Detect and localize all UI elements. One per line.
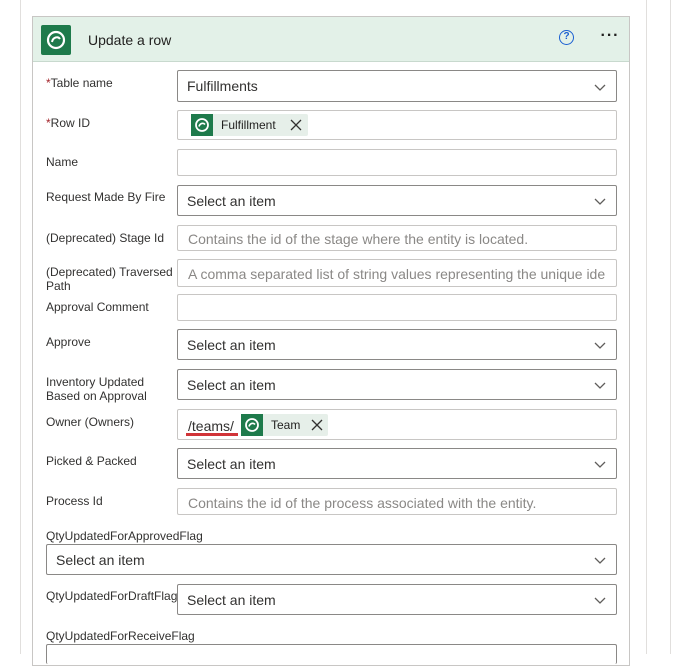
card-header[interactable]: Update a row ? ···: [33, 17, 629, 62]
qty-approved-flag-dropdown[interactable]: Select an item: [46, 544, 617, 575]
card-title: Update a row: [88, 32, 172, 48]
token-label: Fulfillment: [221, 118, 276, 132]
dataverse-icon: [41, 25, 71, 55]
qty-draft-flag-label: QtyUpdatedForDraftFlag: [46, 589, 178, 603]
request-made-by-fire-dropdown[interactable]: Select an item: [177, 185, 617, 216]
name-label: Name: [46, 155, 79, 169]
stage-id-input[interactable]: Contains the id of the stage where the e…: [177, 225, 617, 251]
spell-check-underline: [186, 433, 238, 436]
token-label: Team: [271, 418, 301, 432]
row-id-label: *Row ID: [46, 116, 91, 130]
help-circle-icon[interactable]: ?: [559, 30, 574, 45]
table-name-value: Fulfillments: [187, 78, 258, 94]
dropdown-value: Select an item: [187, 456, 276, 472]
chevron-down-icon: [594, 557, 606, 564]
dropdown-value: Select an item: [187, 193, 276, 209]
chevron-down-icon: [594, 382, 606, 389]
label-line-1: Inventory Updated: [46, 375, 145, 389]
approval-comment-label: Approval Comment: [46, 300, 149, 314]
stage-id-placeholder: Contains the id of the stage where the e…: [188, 231, 529, 247]
scrollbar-track-border: [670, 0, 671, 654]
process-id-input[interactable]: Contains the id of the process associate…: [177, 488, 617, 515]
close-icon[interactable]: [289, 118, 303, 132]
team-token[interactable]: Team: [241, 414, 328, 436]
chevron-down-icon: [594, 342, 606, 349]
approve-label: Approve: [46, 335, 91, 349]
picked-packed-dropdown[interactable]: Select an item: [177, 448, 617, 479]
label-line-2: Path: [46, 279, 71, 293]
close-icon[interactable]: [310, 418, 324, 432]
qty-receive-flag-label: QtyUpdatedForReceiveFlag: [46, 629, 195, 643]
traversed-path-input[interactable]: A comma separated list of string values …: [177, 259, 617, 287]
approve-dropdown[interactable]: Select an item: [177, 329, 617, 360]
chevron-down-icon: [594, 84, 606, 91]
dropdown-value: Select an item: [187, 377, 276, 393]
dropdown-value: Select an item: [56, 552, 145, 568]
qty-approved-flag-label: QtyUpdatedForApprovedFlag: [46, 529, 203, 543]
picked-packed-label: Picked & Packed: [46, 454, 137, 468]
chevron-down-icon: [594, 198, 606, 205]
table-name-label: *Table name: [46, 76, 113, 90]
approval-comment-input[interactable]: [177, 294, 617, 321]
label-line-2: Based on Approval: [46, 389, 147, 403]
row-id-input[interactable]: Fulfillment: [177, 110, 617, 140]
table-name-dropdown[interactable]: Fulfillments: [177, 70, 617, 102]
owner-prefix-text: /teams/: [188, 418, 234, 434]
stage-id-label: (Deprecated) Stage Id: [46, 231, 165, 245]
owner-input[interactable]: /teams/ Team: [177, 409, 617, 440]
inventory-updated-dropdown[interactable]: Select an item: [177, 369, 617, 400]
process-id-label: Process Id: [46, 494, 103, 508]
left-panel-edge: [0, 0, 20, 654]
dataverse-icon: [191, 114, 213, 136]
inventory-updated-label: Inventory Updated Based on Approval: [46, 375, 147, 405]
ellipsis-icon[interactable]: ···: [597, 27, 623, 47]
dataverse-icon: [241, 414, 263, 436]
process-id-placeholder: Contains the id of the process associate…: [188, 495, 537, 511]
chevron-down-icon: [594, 597, 606, 604]
traversed-path-placeholder: A comma separated list of string values …: [188, 266, 606, 282]
owner-label: Owner (Owners): [46, 415, 135, 429]
qty-receive-flag-dropdown[interactable]: [46, 644, 617, 664]
canvas-right-border: [646, 0, 647, 654]
label-line-1: (Deprecated) Traversed: [46, 265, 173, 279]
name-input[interactable]: [177, 149, 617, 176]
dropdown-value: Select an item: [187, 337, 276, 353]
fulfillment-token[interactable]: Fulfillment: [191, 114, 308, 136]
qty-draft-flag-dropdown[interactable]: Select an item: [177, 584, 617, 615]
traversed-path-label: (Deprecated) Traversed Path: [46, 265, 173, 293]
canvas-left-border: [20, 0, 21, 654]
request-made-by-fire-label: Request Made By Fire: [46, 190, 166, 204]
chevron-down-icon: [594, 461, 606, 468]
dropdown-value: Select an item: [187, 592, 276, 608]
